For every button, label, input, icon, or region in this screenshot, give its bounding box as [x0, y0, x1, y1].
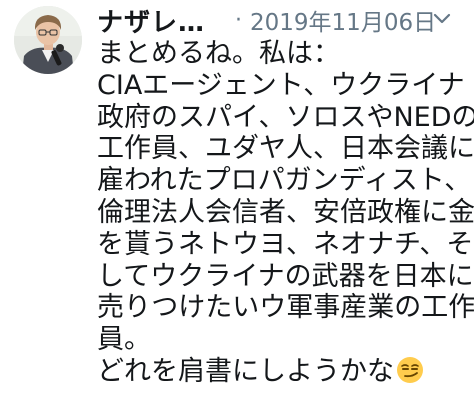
author-name[interactable]: ナザレ… — [97, 2, 205, 39]
tweet-line: 雇われたプロパガンディスト、 — [97, 165, 472, 197]
tweet-line: まとめるね。私は： — [97, 38, 340, 69]
tweet-date[interactable]: 2019年11月06日 — [250, 3, 436, 37]
tweet-line: してウクライナの武器を日本に — [97, 260, 474, 292]
header-separator: · — [235, 7, 243, 33]
tweet-line-text: どれを肩書にしようかな — [97, 355, 394, 387]
tweet-line: 売りつけたいウ軍事産業の工作 — [97, 292, 474, 324]
tweet-body: まとめるね。私は： CIAエージェント、ウクライナ 政府のスパイ、ソロスやNED… — [97, 38, 474, 388]
avatar[interactable] — [14, 6, 82, 74]
tweet-line: CIAエージェント、ウクライナ — [97, 69, 465, 101]
user-avatar-photo-icon — [14, 6, 82, 74]
tweet-line: 工作員、ユダヤ人、日本会議に — [97, 133, 474, 165]
tweet-line: を貰うネトウヨ、ネオナチ、そ — [97, 228, 474, 260]
chevron-down-icon[interactable] — [430, 6, 454, 30]
tweet-last-line: どれを肩書にしようかな — [97, 356, 469, 388]
tweet-line: 倫理法人会信者、安倍政権に金 — [97, 196, 474, 228]
smirking-face-emoji-icon — [397, 356, 423, 383]
tweet-card[interactable]: ナザレ… · 2019年11月06日 まとめるね。私は： CIAエージェント、ウ… — [0, 0, 474, 420]
tweet-line: 員。 — [97, 324, 151, 356]
tweet-line: 政府のスパイ、ソロスやNEDの — [97, 101, 474, 133]
tweet-header: ナザレ… · 2019年11月06日 — [97, 2, 436, 38]
